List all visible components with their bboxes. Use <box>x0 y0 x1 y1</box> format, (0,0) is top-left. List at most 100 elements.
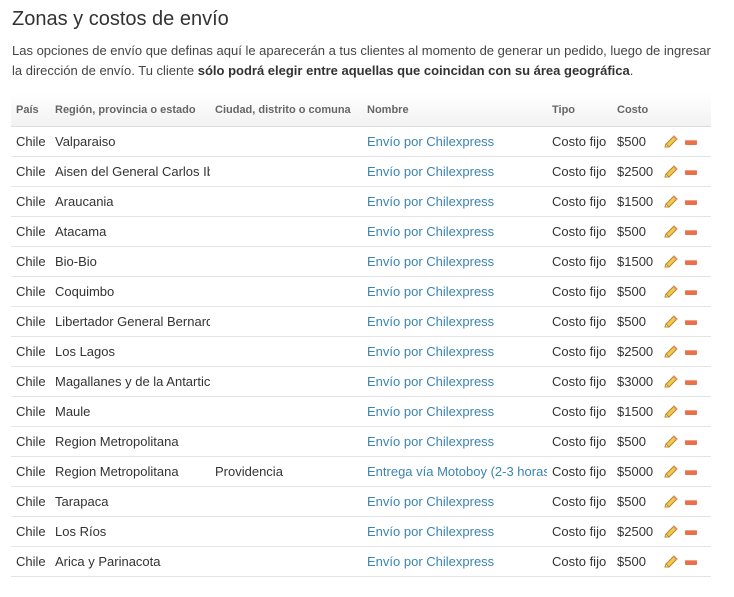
cell-costo: $500 <box>612 486 659 517</box>
cell-nombre-link[interactable]: Envío por Chilexpress <box>362 186 547 217</box>
cell-ciudad <box>210 276 362 307</box>
pencil-icon[interactable] <box>663 435 679 449</box>
header-ciudad: Ciudad, distrito o comuna <box>210 93 362 127</box>
pencil-icon[interactable] <box>663 345 679 359</box>
remove-icon[interactable] <box>685 499 697 505</box>
cell-ciudad <box>210 426 362 457</box>
pencil-icon[interactable] <box>663 465 679 479</box>
cell-pais: Chile <box>11 396 50 427</box>
cell-pais: Chile <box>11 426 50 457</box>
cell-nombre-link[interactable]: Envío por Chilexpress <box>362 366 547 397</box>
remove-icon[interactable] <box>685 259 697 265</box>
cell-nombre-link[interactable]: Envío por Chilexpress <box>362 246 547 277</box>
remove-icon[interactable] <box>685 229 697 235</box>
cell-ciudad <box>210 156 362 187</box>
pencil-icon[interactable] <box>663 495 679 509</box>
table-row: Chile Bio-Bio Envío por Chilexpress Costo f… <box>11 246 711 277</box>
cell-actions <box>659 516 711 547</box>
cell-nombre-link[interactable]: Envío por Chilexpress <box>362 156 547 187</box>
cell-ciudad <box>210 546 362 577</box>
remove-icon[interactable] <box>685 409 697 415</box>
cell-pais: Chile <box>11 186 50 217</box>
remove-icon[interactable] <box>685 379 697 385</box>
cell-actions <box>659 396 711 427</box>
cell-pais: Chile <box>11 126 50 157</box>
cell-nombre-link[interactable]: Envío por Chilexpress <box>362 306 547 337</box>
pencil-icon[interactable] <box>663 165 679 179</box>
cell-ciudad <box>210 126 362 157</box>
cell-actions <box>659 546 711 577</box>
cell-region: Libertador General Bernardo O'Higgins <box>50 306 210 337</box>
cell-ciudad <box>210 366 362 397</box>
pencil-icon[interactable] <box>663 315 679 329</box>
cell-costo: $1500 <box>612 396 659 427</box>
cell-nombre-link[interactable]: Envío por Chilexpress <box>362 126 547 157</box>
pencil-icon[interactable] <box>663 525 679 539</box>
cell-region: Region Metropolitana <box>50 426 210 457</box>
cell-tipo: Costo fijo <box>547 516 612 547</box>
pencil-icon[interactable] <box>663 555 679 569</box>
cell-nombre-link[interactable]: Entrega vía Motoboy (2-3 horas) <box>362 456 547 487</box>
cell-region: Magallanes y de la Antartica Chilena <box>50 366 210 397</box>
pencil-icon[interactable] <box>663 255 679 269</box>
cell-tipo: Costo fijo <box>547 336 612 367</box>
pencil-icon[interactable] <box>663 405 679 419</box>
cell-pais: Chile <box>11 336 50 367</box>
cell-pais: Chile <box>11 306 50 337</box>
cell-ciudad <box>210 336 362 367</box>
remove-icon[interactable] <box>685 439 697 445</box>
shipping-zones-table: País Región, provincia o estado Ciudad, … <box>11 93 711 577</box>
remove-icon[interactable] <box>685 469 697 475</box>
remove-icon[interactable] <box>685 529 697 535</box>
cell-nombre-link[interactable]: Envío por Chilexpress <box>362 426 547 457</box>
remove-icon[interactable] <box>685 319 697 325</box>
description-bold: sólo podrá elegir entre aquellas que coi… <box>197 63 630 78</box>
cell-nombre-link[interactable]: Envío por Chilexpress <box>362 396 547 427</box>
cell-costo: $500 <box>612 306 659 337</box>
cell-region: Maule <box>50 396 210 427</box>
cell-region: Los Ríos <box>50 516 210 547</box>
cell-tipo: Costo fijo <box>547 366 612 397</box>
cell-pais: Chile <box>11 486 50 517</box>
cell-nombre-link[interactable]: Envío por Chilexpress <box>362 546 547 577</box>
header-tipo: Tipo <box>547 93 612 127</box>
cell-region: Tarapaca <box>50 486 210 517</box>
cell-nombre-link[interactable]: Envío por Chilexpress <box>362 336 547 367</box>
cell-ciudad <box>210 186 362 217</box>
pencil-icon[interactable] <box>663 375 679 389</box>
table-row: Chile Region Metropolitana Providencia Entr… <box>11 456 711 487</box>
cell-costo: $500 <box>612 126 659 157</box>
cell-region: Araucania <box>50 186 210 217</box>
cell-nombre-link[interactable]: Envío por Chilexpress <box>362 516 547 547</box>
cell-ciudad <box>210 246 362 277</box>
cell-tipo: Costo fijo <box>547 396 612 427</box>
table-row: Chile Los Lagos Envío por Chilexpress Costo… <box>11 336 711 367</box>
cell-actions <box>659 126 711 157</box>
cell-region: Los Lagos <box>50 336 210 367</box>
pencil-icon[interactable] <box>663 285 679 299</box>
remove-icon[interactable] <box>685 559 697 565</box>
cell-pais: Chile <box>11 246 50 277</box>
remove-icon[interactable] <box>685 289 697 295</box>
cell-region: Coquimbo <box>50 276 210 307</box>
remove-icon[interactable] <box>685 169 697 175</box>
remove-icon[interactable] <box>685 139 697 145</box>
remove-icon[interactable] <box>685 349 697 355</box>
cell-pais: Chile <box>11 546 50 577</box>
page-title: Zonas y costos de envío <box>12 8 229 30</box>
pencil-icon[interactable] <box>663 195 679 209</box>
cell-region: Aisen del General Carlos Ibañez del Camp… <box>50 156 210 187</box>
remove-icon[interactable] <box>685 199 697 205</box>
header-actions <box>659 93 711 127</box>
cell-tipo: Costo fijo <box>547 246 612 277</box>
pencil-icon[interactable] <box>663 135 679 149</box>
cell-costo: $2500 <box>612 336 659 367</box>
cell-costo: $500 <box>612 216 659 247</box>
cell-nombre-link[interactable]: Envío por Chilexpress <box>362 216 547 247</box>
pencil-icon[interactable] <box>663 225 679 239</box>
cell-tipo: Costo fijo <box>547 306 612 337</box>
cell-nombre-link[interactable]: Envío por Chilexpress <box>362 486 547 517</box>
cell-actions <box>659 426 711 457</box>
cell-nombre-link[interactable]: Envío por Chilexpress <box>362 276 547 307</box>
cell-tipo: Costo fijo <box>547 126 612 157</box>
